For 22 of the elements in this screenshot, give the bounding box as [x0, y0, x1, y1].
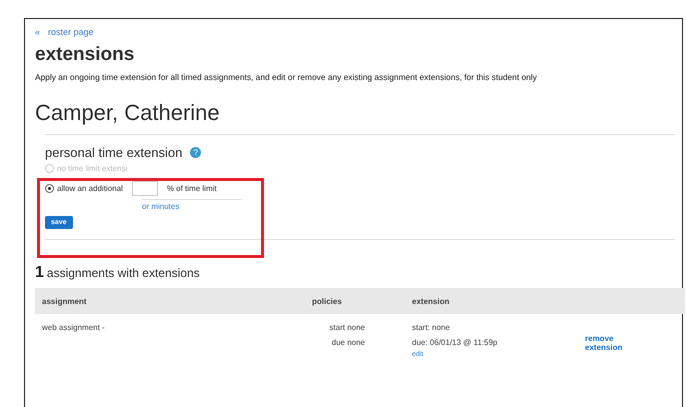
page-description: Apply an ongoing time extension for all timed assignments, and edit or remove any existing assignment extensions, for this student only — [35, 72, 538, 82]
column-header: policies — [311, 296, 343, 306]
extension-text: due: 06/01/13 @ 11:59p — [411, 338, 498, 347]
section-title: personal time extension — [45, 145, 182, 160]
help-icon[interactable]: ? — [190, 147, 202, 158]
radio-option[interactable]: allow an additional % of time limit — [45, 181, 675, 196]
page-title: extensions — [35, 44, 136, 66]
column-header: extension — [411, 296, 450, 306]
section-title: assignments with extensions — [46, 266, 200, 280]
unit-label: % of time limit — [166, 184, 217, 193]
remove-extension-link[interactable]: remove extension — [585, 334, 645, 358]
column-header: assignment — [41, 296, 88, 306]
table-cell-text: web assignment - — [41, 323, 106, 334]
assignment-count: 1 — [35, 264, 44, 282]
policy-text: start none — [328, 323, 366, 332]
extension-text: start: none — [411, 323, 451, 332]
minutes-link[interactable]: or minutes — [142, 199, 242, 211]
roster-page-link[interactable]: « roster page — [35, 27, 682, 37]
back-arrow: « — [35, 27, 40, 37]
percent-input-field[interactable] — [132, 181, 158, 196]
student-name: Camper, Catherine — [35, 100, 221, 126]
policy-text: due none — [330, 338, 366, 347]
